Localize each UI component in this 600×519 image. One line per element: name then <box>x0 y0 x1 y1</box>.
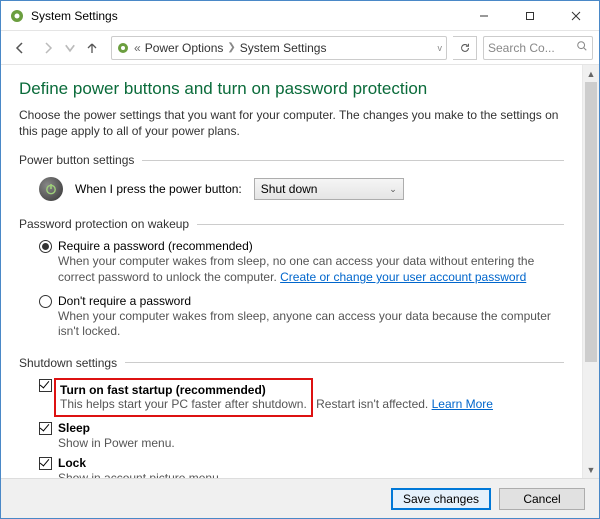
option-title: Don't require a password <box>58 294 564 308</box>
option-title: Turn on fast startup (recommended) <box>60 383 307 397</box>
link-account-password[interactable]: Create or change your user account passw… <box>280 270 526 284</box>
breadcrumb-overflow: « <box>134 41 141 55</box>
footer: Save changes Cancel <box>1 478 599 518</box>
radio-require-password[interactable] <box>39 240 52 253</box>
page-intro: Choose the power settings that you want … <box>19 107 564 139</box>
section-label: Shutdown settings <box>19 356 117 370</box>
close-button[interactable] <box>553 1 599 31</box>
refresh-button[interactable] <box>453 36 477 60</box>
back-button[interactable] <box>7 35 33 61</box>
option-description: When your computer wakes from sleep, no … <box>58 254 564 285</box>
vertical-scrollbar[interactable]: ▲ ▼ <box>582 65 599 478</box>
content-pane: Define power buttons and turn on passwor… <box>1 65 582 478</box>
cancel-button[interactable]: Cancel <box>499 488 585 510</box>
chevron-down-icon[interactable]: v <box>438 43 443 53</box>
titlebar: System Settings <box>1 1 599 31</box>
radio-no-password[interactable] <box>39 295 52 308</box>
minimize-button[interactable] <box>461 1 507 31</box>
search-placeholder: Search Co... <box>488 41 576 55</box>
checkbox-lock[interactable] <box>39 457 52 470</box>
option-description: This helps start your PC faster after sh… <box>60 397 307 411</box>
link-learn-more[interactable]: Learn More <box>432 397 493 411</box>
window-title: System Settings <box>31 9 461 23</box>
dropdown-value: Shut down <box>261 182 389 196</box>
forward-button[interactable] <box>35 35 61 61</box>
up-button[interactable] <box>79 35 105 61</box>
power-icon <box>39 177 63 201</box>
power-button-label: When I press the power button: <box>75 182 242 196</box>
breadcrumb-item[interactable]: System Settings <box>240 41 327 55</box>
section-password: Password protection on wakeup <box>19 217 564 231</box>
section-shutdown: Shutdown settings <box>19 356 564 370</box>
option-description-tail: Restart isn't affected. <box>316 397 431 411</box>
power-button-dropdown[interactable]: Shut down ⌄ <box>254 178 404 200</box>
search-input[interactable]: Search Co... <box>483 36 593 60</box>
option-description: Show in account picture menu. <box>58 471 564 478</box>
section-label: Power button settings <box>19 153 134 167</box>
section-power-button: Power button settings <box>19 153 564 167</box>
breadcrumb-item[interactable]: Power Options <box>145 41 224 55</box>
highlight-box: Turn on fast startup (recommended) This … <box>54 378 313 418</box>
option-description: Show in Power menu. <box>58 436 564 452</box>
checkbox-fast-startup[interactable] <box>39 379 52 392</box>
scroll-thumb[interactable] <box>585 82 597 362</box>
scroll-up-arrow[interactable]: ▲ <box>583 65 599 82</box>
save-button[interactable]: Save changes <box>391 488 491 510</box>
section-label: Password protection on wakeup <box>19 217 189 231</box>
option-description: When your computer wakes from sleep, any… <box>58 309 564 340</box>
recent-dropdown[interactable] <box>63 35 77 61</box>
address-bar[interactable]: « Power Options ❯ System Settings v <box>111 36 447 60</box>
navbar: « Power Options ❯ System Settings v Sear… <box>1 31 599 65</box>
option-title: Sleep <box>58 421 564 435</box>
chevron-down-icon: ⌄ <box>389 184 397 195</box>
option-title: Require a password (recommended) <box>58 239 564 253</box>
chevron-right-icon: ❯ <box>227 42 235 53</box>
maximize-button[interactable] <box>507 1 553 31</box>
checkbox-sleep[interactable] <box>39 422 52 435</box>
option-title: Lock <box>58 456 564 470</box>
scroll-down-arrow[interactable]: ▼ <box>583 461 599 478</box>
search-icon <box>576 40 588 55</box>
app-icon <box>9 8 25 24</box>
page-title: Define power buttons and turn on passwor… <box>19 79 564 99</box>
address-icon <box>116 41 130 55</box>
